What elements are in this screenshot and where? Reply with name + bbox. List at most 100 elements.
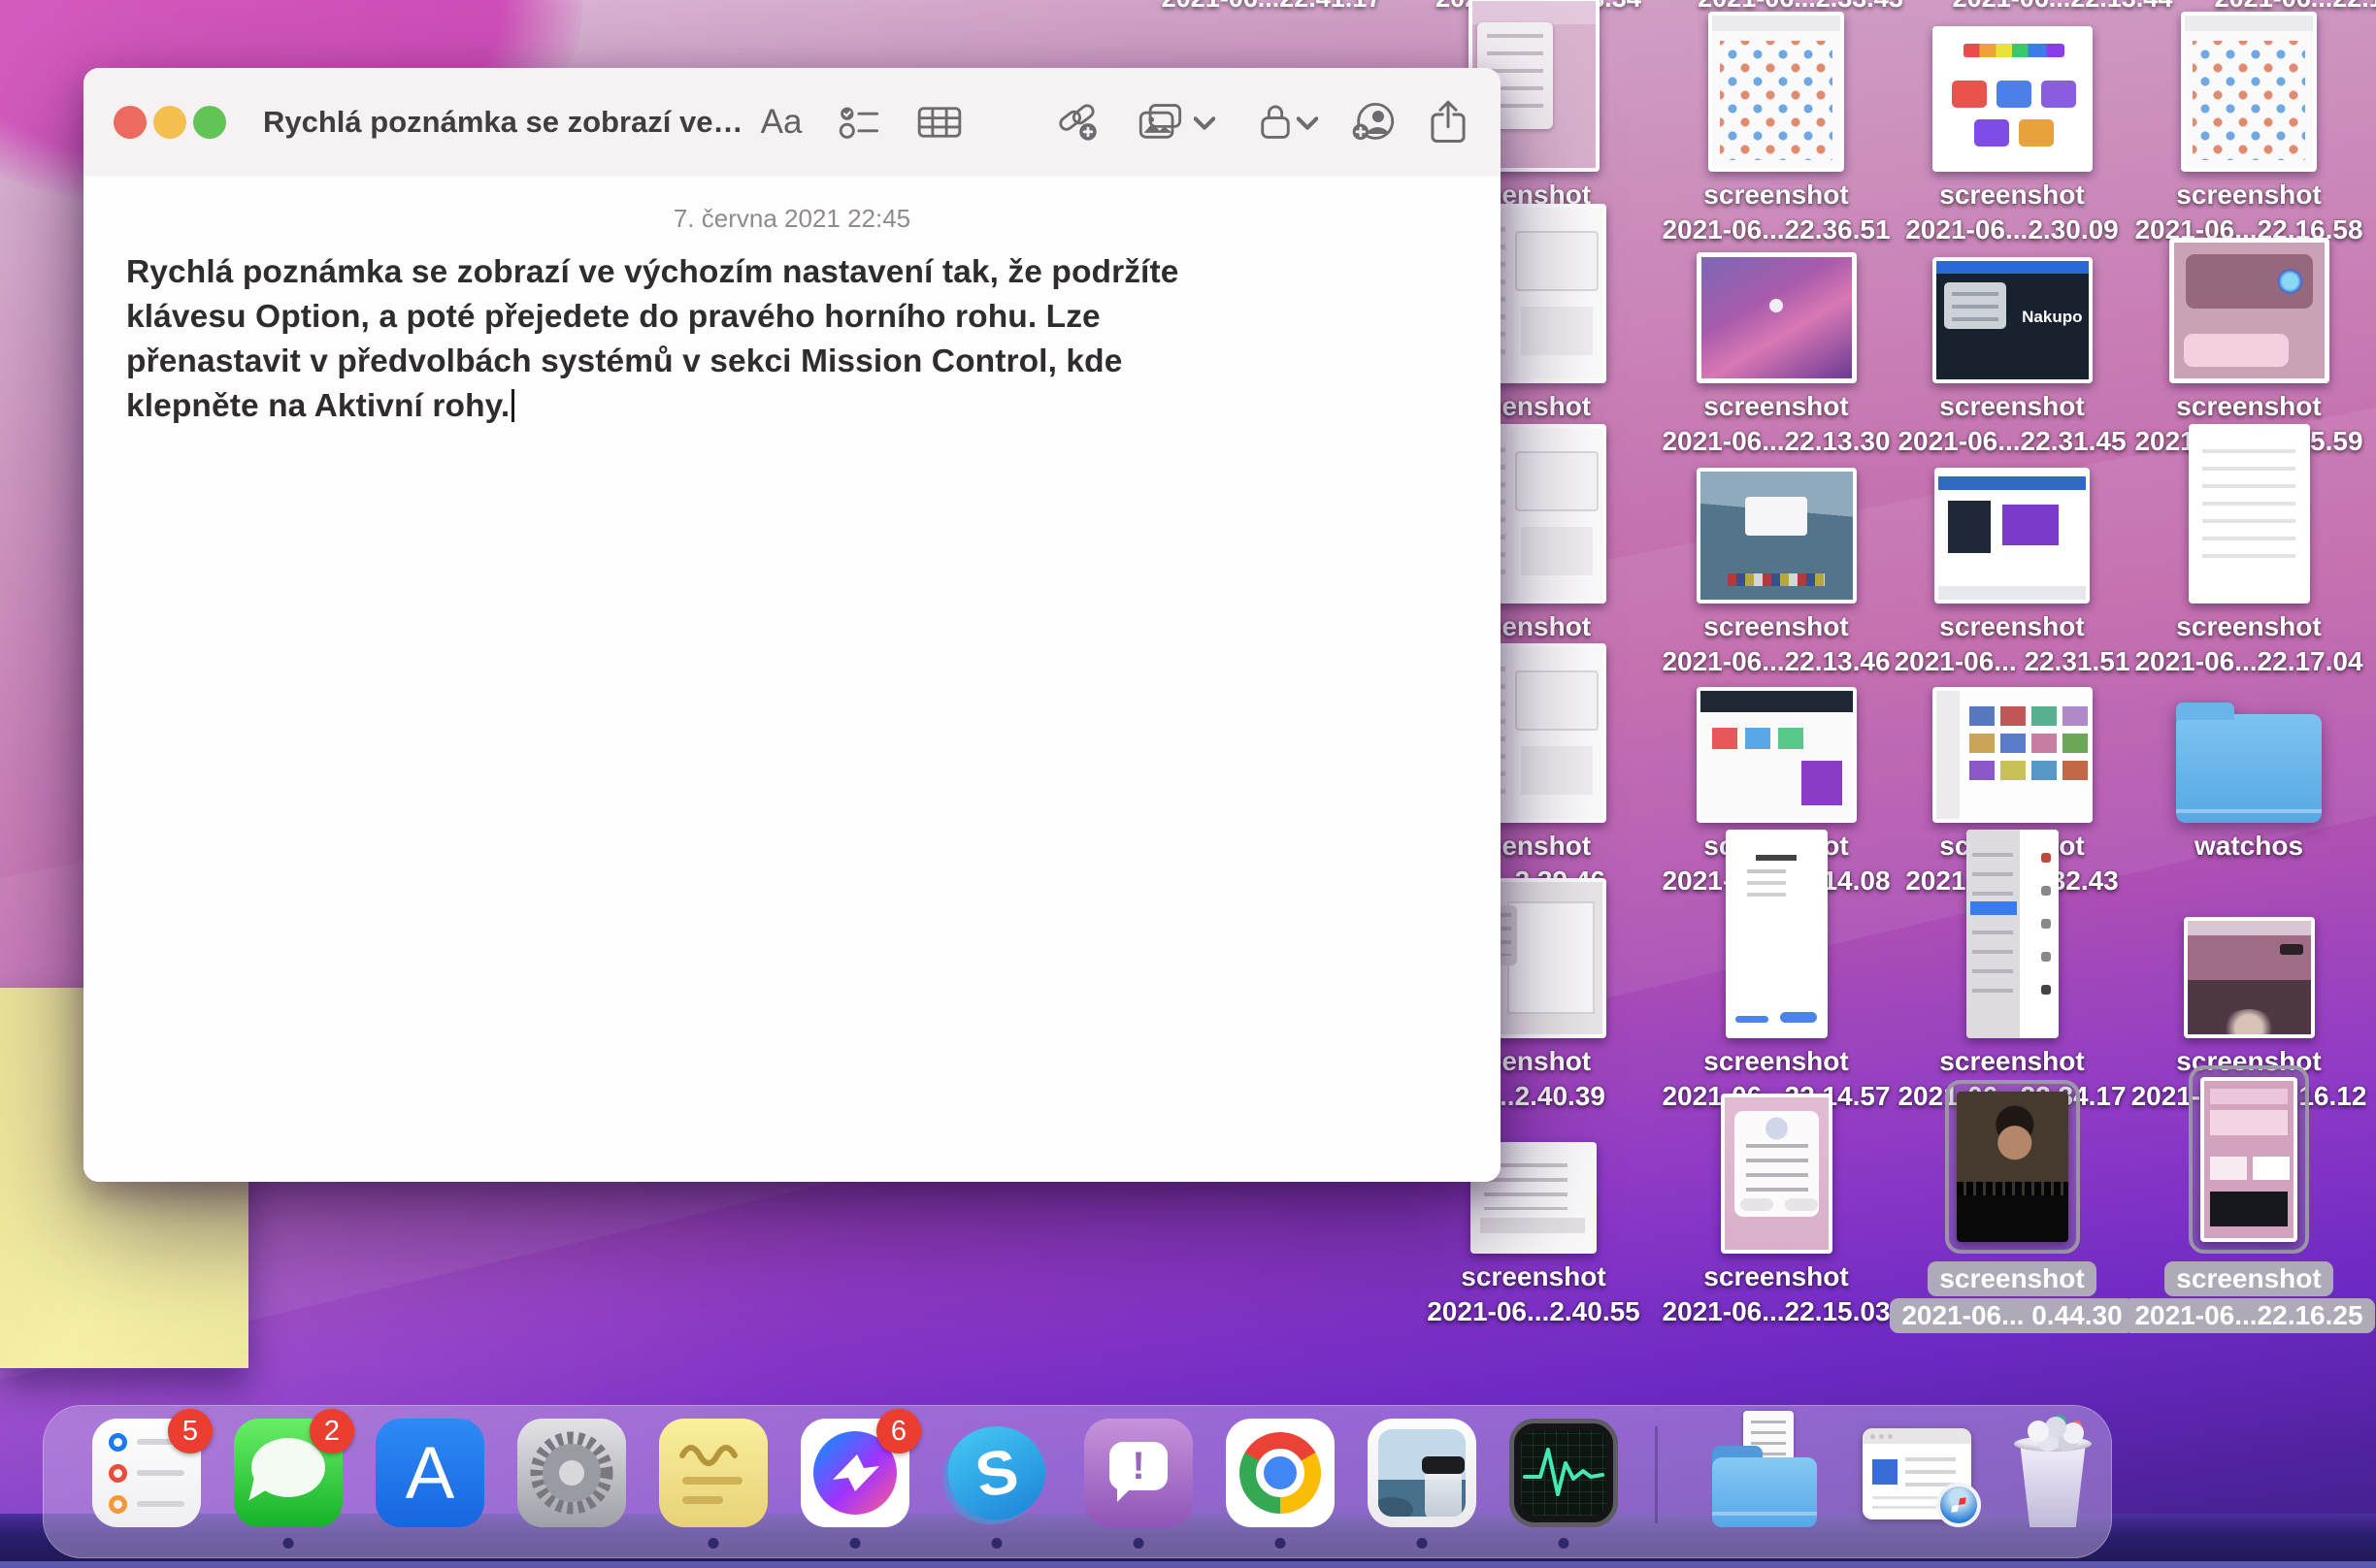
downloads-folder-icon [1710,1419,1819,1527]
icon-label: screenshot [1662,389,1890,424]
icon-label: screenshot [1898,1044,2126,1079]
ecg-line [1521,1430,1606,1516]
desktop-icon-screenshot[interactable]: screenshot2021-06...22.17.04 [2137,439,2360,679]
running-indicator [850,1538,861,1549]
screenshot-thumbnail [1721,1094,1832,1254]
zoom-button[interactable] [193,106,226,139]
note-content[interactable]: 7. června 2021 22:45 Rychlá poznámka se … [83,177,1501,1182]
chevron-down-icon [1297,116,1318,130]
media-button[interactable] [1134,93,1188,151]
desktop-icon-screenshot[interactable]: screenshot2021-06...22.15.59 [2137,218,2360,459]
desktop-icon-screenshot-selected[interactable]: screenshot2021-06...22.16.25 [2137,1089,2360,1333]
dock-item-photo-preview[interactable] [1368,1419,1476,1527]
trash-icon [1998,1419,2107,1527]
window-titlebar[interactable]: Rychlá poznámka se zobrazí ve… Aa [83,68,1501,177]
desktop-icon-screenshot[interactable]: screenshot2021-06...2.30.09 [1900,7,2124,247]
collaborate-button[interactable] [1342,93,1404,151]
screenshot-thumbnail [1966,830,2059,1038]
checklist-icon [839,104,881,141]
notes-scribble [669,1428,758,1518]
note-line: přenastavit v předvolbách systémů v sekc… [126,340,1442,384]
format-button[interactable]: Aa [750,93,812,151]
checklist-button[interactable] [829,93,891,151]
system-preferences-icon [517,1419,626,1527]
screenshot-thumbnail [1697,468,1857,604]
screenshot-thumbnail [1934,468,2090,604]
close-button[interactable] [114,106,147,139]
running-indicator [1417,1538,1428,1549]
minimized-window-thumbnail [1863,1428,1971,1519]
screenshot-thumbnail: Nakupo [1932,257,2093,383]
note-date: 7. června 2021 22:45 [83,204,1501,234]
dock-item-notes[interactable] [659,1419,768,1527]
quick-note-window: Rychlá poznámka se zobrazí ve… Aa [83,68,1501,1182]
notification-badge: 6 [876,1409,921,1454]
notification-badge: 5 [168,1409,213,1454]
desktop-icon-screenshot[interactable]: Nakupo screenshot2021-06...22.31.45 [1900,218,2124,459]
icon-label: watchos [2194,829,2303,864]
desktop-icon-screenshot[interactable]: screenshot2021-06...22.13.46 [1665,439,1888,679]
screenshot-thumbnail [2189,424,2310,604]
chrome-icon [1226,1419,1335,1527]
dock-item-feedback-assistant[interactable]: ! [1084,1419,1193,1527]
screenshot-thumbnail [1932,687,2093,823]
add-link-icon [1055,102,1100,143]
dock-item-system-preferences[interactable] [517,1419,626,1527]
desktop-icon-screenshot[interactable]: screenshot2021-06...22.15.03 [1665,1089,1888,1329]
desktop-icon-screenshot[interactable]: screenshot2021-06...22.14.57 [1665,873,1888,1114]
screenshot-thumbnail [2169,238,2329,383]
dock-item-downloads-folder[interactable] [1710,1419,1819,1527]
screenshot-thumbnail [1697,687,1857,823]
dock-item-minimized-safari-window[interactable] [1863,1419,1971,1527]
dock-item-trash[interactable] [1998,1419,2107,1527]
table-button[interactable] [908,93,971,151]
app-store-icon: A [376,1419,484,1527]
screenshot-thumbnail [1957,1092,2068,1242]
dock-item-app-store[interactable]: A [376,1419,484,1527]
desktop-screen: 2021-06...22.41.17 2021-06...2.33.34 202… [0,0,2376,1568]
share-button[interactable] [1417,93,1479,151]
safari-badge-icon [1936,1483,1981,1527]
lock-icon [1256,102,1295,143]
icon-label: screenshot [1895,609,2130,644]
icon-label: screenshot [1898,389,2126,424]
minimize-button[interactable] [153,106,186,139]
dock-item-reminders[interactable]: 5 [92,1419,201,1527]
dock-item-chrome[interactable] [1226,1419,1335,1527]
note-body[interactable]: Rychlá poznámka se zobrazí ve výchozím n… [126,250,1442,429]
desktop-folder-watchos[interactable]: watchos [2137,658,2360,864]
desktop-icon-screenshot[interactable]: screenshot2021-06...22.13.30 [1665,218,1888,459]
format-label: Aa [761,103,803,142]
desktop-icon-screenshot[interactable]: screenshot2021-06...22.36.51 [1665,7,1888,247]
desktop-icon-screenshot-selected[interactable]: screenshot2021-06... 0.44.30 [1900,1089,2124,1333]
screenshot-thumbnail [1697,252,1857,383]
icon-label: screenshot [1662,1044,1890,1079]
icon-label: screenshot [2134,609,2362,644]
running-indicator [992,1538,1003,1549]
add-link-button[interactable] [1046,93,1108,151]
cut-file-label[interactable]: 2021-06...22.41.17 [1136,0,1407,14]
icon-label: 2021-06...22.15.03 [1662,1294,1890,1329]
media-chevron-button[interactable] [1192,111,1217,136]
dock-separator [1655,1426,1658,1523]
icon-label: 2021-06...2.40.55 [1427,1294,1640,1329]
desktop-icon-screenshot[interactable]: screenshot2021-06...22.34.17 [1900,873,2124,1114]
note-line: klávesu Option, a poté přejedete do prav… [126,295,1442,340]
skype-icon: S [942,1419,1051,1527]
screenshot-thumbnail [2200,1077,2297,1242]
lock-chevron-button[interactable] [1295,111,1320,136]
icon-label: screenshot [2134,389,2362,424]
feedback-assistant-icon: ! [1084,1419,1193,1527]
desktop-icon-screenshot[interactable]: screenshot2021-06...22.16.58 [2137,7,2360,247]
dock-item-messages[interactable]: 2 [234,1419,343,1527]
dock-item-activity-waveform[interactable] [1509,1419,1618,1527]
icon-label: screenshot [1905,178,2119,212]
folder-icon [2176,714,2322,823]
dock-item-messenger[interactable]: 6 [801,1419,909,1527]
icon-label: screenshot [1662,1259,1890,1294]
desktop-icon-screenshot[interactable]: screenshot2021-06... 22.31.51 [1900,439,2124,679]
thumbnail-text: Nakupo [2022,308,2082,327]
chevron-down-icon [1194,116,1215,130]
text-cursor [512,389,514,422]
dock-item-skype[interactable]: S [942,1419,1051,1527]
